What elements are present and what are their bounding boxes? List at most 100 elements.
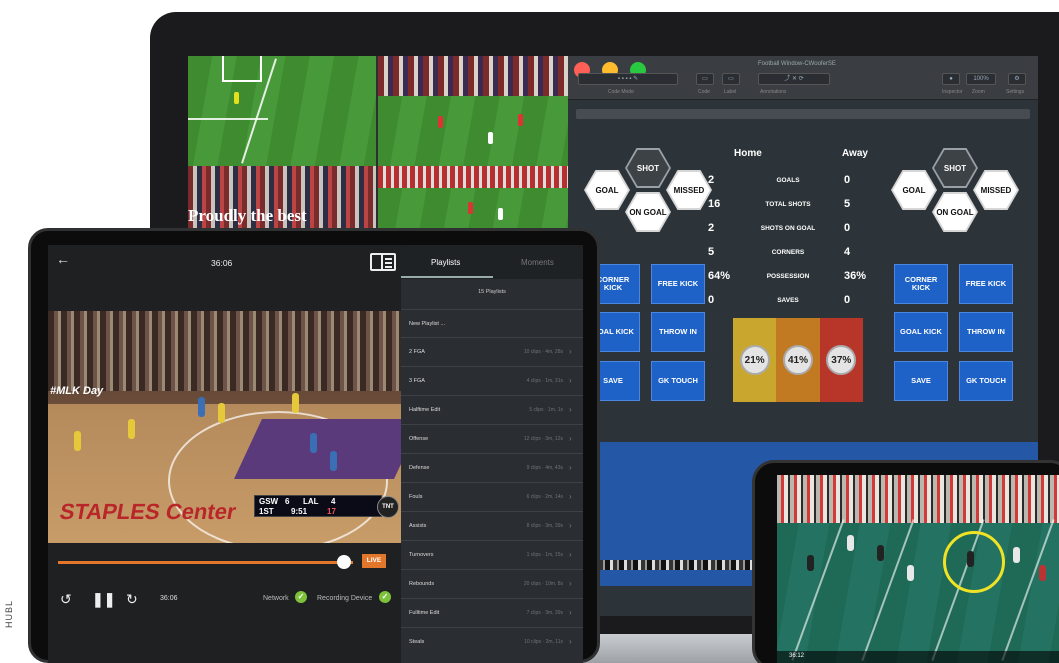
scrubber-handle[interactable] bbox=[337, 555, 352, 569]
hex-shot-left[interactable]: SHOT bbox=[625, 148, 671, 188]
away-header: Away bbox=[842, 148, 868, 159]
panel-layout-icon[interactable] bbox=[370, 253, 396, 271]
forward-5-icon[interactable]: ↻ bbox=[126, 591, 138, 608]
gk-touch-button-right[interactable]: GK TOUCH bbox=[959, 361, 1013, 401]
code-mode-segment[interactable]: ▪ ▪ ▪ ▪ ✎ bbox=[578, 73, 678, 85]
hex-goal-left[interactable]: GOAL bbox=[584, 170, 630, 210]
playlist-row[interactable]: Turnovers 1 clips · 1m, 15s › bbox=[401, 540, 583, 568]
stat-row: 64% POSSESSION 36% bbox=[708, 270, 868, 286]
playlist-meta: 5 clips · 1m, 1s bbox=[529, 407, 563, 413]
hex-goal-right[interactable]: GOAL bbox=[891, 170, 937, 210]
inspector-button[interactable]: ● bbox=[942, 73, 960, 85]
hex-missed-left[interactable]: MISSED bbox=[666, 170, 712, 210]
playlist-row[interactable]: Steals 10 clips · 2m, 11s › bbox=[401, 627, 583, 655]
chevron-right-icon: › bbox=[569, 521, 572, 530]
home-value: 2 bbox=[708, 174, 715, 186]
video-scrubber[interactable] bbox=[58, 561, 353, 564]
game-scorebug: GSW 6 LAL 4 1ST 9:51 17 TNT bbox=[254, 495, 399, 518]
marketing-composite: Proudly the best Football Window-CWoofer… bbox=[0, 0, 1059, 663]
playlist-row[interactable]: Offense 12 clips · 3m, 12s › bbox=[401, 424, 583, 452]
label-label: Label bbox=[724, 89, 737, 95]
tab-playlists[interactable]: Playlists bbox=[431, 258, 460, 267]
stat-label: CORNERS bbox=[771, 249, 805, 256]
video-feed-goal[interactable] bbox=[188, 56, 376, 166]
banner-text: Proudly the best bbox=[188, 206, 307, 225]
playlist-name: Offense bbox=[409, 436, 429, 442]
playlist-name: Turnovers bbox=[409, 552, 434, 558]
phone-device: 36:12 bbox=[752, 460, 1059, 663]
back-arrow-icon[interactable]: ← bbox=[56, 251, 70, 267]
annotation-tools[interactable]: ⤴ ✕ ⟳ bbox=[758, 73, 830, 85]
stadium-crowd bbox=[777, 475, 1059, 523]
playlist-name: Defense bbox=[409, 465, 430, 471]
chevron-right-icon: › bbox=[569, 463, 572, 472]
label-button[interactable]: ▭ bbox=[722, 73, 740, 85]
chevron-right-icon: › bbox=[569, 405, 572, 414]
telestrator-circle bbox=[943, 531, 1005, 593]
playlist-row[interactable]: Fulltime Edit 7 clips · 3m, 39s › bbox=[401, 598, 583, 626]
home-value: 5 bbox=[708, 246, 715, 258]
chevron-right-icon: › bbox=[569, 608, 572, 617]
home-header: Home bbox=[734, 148, 762, 159]
playlist-row[interactable]: 2 FGA 10 clips · 4m, 28s › bbox=[401, 337, 583, 365]
annotations-label: Annotations bbox=[760, 89, 787, 95]
home-value: 64% bbox=[708, 270, 731, 282]
corner-kick-button-right[interactable]: CORNER KICK bbox=[894, 264, 948, 304]
playlist-meta: 10 clips · 4m, 28s bbox=[523, 349, 563, 355]
video-feed-fans[interactable]: Proudly the best bbox=[188, 166, 376, 228]
gk-touch-button-left[interactable]: GK TOUCH bbox=[651, 361, 705, 401]
playlist-meta: 1 clips · 1m, 15s bbox=[526, 552, 563, 558]
playlist-row[interactable]: Assists 8 clips · 3m, 39s › bbox=[401, 511, 583, 539]
stat-label: SHOTS ON GOAL bbox=[760, 225, 816, 232]
hex-shot-right[interactable]: SHOT bbox=[932, 148, 978, 188]
zone-attacking: 37% bbox=[819, 318, 863, 402]
network-label: Network bbox=[263, 595, 289, 602]
video-time-header: 36:06 bbox=[211, 258, 233, 268]
pause-icon[interactable]: ❚❚ bbox=[92, 591, 115, 608]
video-feed-wide[interactable] bbox=[378, 96, 568, 166]
hex-on-goal-left[interactable]: ON GOAL bbox=[625, 192, 671, 232]
stat-row: 0 SAVES 0 bbox=[708, 294, 868, 310]
tnt-logo: TNT bbox=[377, 496, 399, 518]
playlist-row[interactable]: Fouls 6 clips · 2m, 14s › bbox=[401, 482, 583, 510]
goal-kick-button-right[interactable]: GOAL KICK bbox=[894, 312, 948, 352]
playlist-row[interactable]: Rebounds 20 clips · 10m, 8s › bbox=[401, 569, 583, 597]
hex-on-goal-right[interactable]: ON GOAL bbox=[932, 192, 978, 232]
playlist-meta: 7 clips · 3m, 39s bbox=[526, 610, 563, 616]
free-kick-button-right[interactable]: FREE KICK bbox=[959, 264, 1013, 304]
playlist-row[interactable]: 3 FGA 4 clips · 1m, 31s › bbox=[401, 366, 583, 394]
home-value: 16 bbox=[708, 198, 721, 210]
away-value: 5 bbox=[844, 198, 851, 210]
timeline-search-bar[interactable] bbox=[576, 109, 1030, 119]
chevron-right-icon: › bbox=[569, 347, 572, 356]
live-badge[interactable]: LIVE bbox=[362, 554, 386, 568]
tab-moments[interactable]: Moments bbox=[521, 258, 554, 267]
free-kick-button-left[interactable]: FREE KICK bbox=[651, 264, 705, 304]
playlist-name: Halftime Edit bbox=[409, 407, 441, 413]
throw-in-button-right[interactable]: THROW IN bbox=[959, 312, 1013, 352]
video-feed-crowd[interactable] bbox=[378, 56, 568, 96]
playlist-row[interactable]: Defense 9 clips · 4m, 43s › bbox=[401, 453, 583, 481]
code-button[interactable]: ▭ bbox=[696, 73, 714, 85]
hex-missed-right[interactable]: MISSED bbox=[973, 170, 1019, 210]
save-button-right[interactable]: SAVE bbox=[894, 361, 948, 401]
settings-button[interactable]: ⚙ bbox=[1008, 73, 1026, 85]
possession-zone-bar: 21% 41% 37% bbox=[733, 318, 863, 402]
phone-time: 36:12 bbox=[789, 653, 805, 659]
inspector-label: Inspector bbox=[942, 89, 963, 95]
new-playlist-row[interactable]: New Playlist ... bbox=[401, 309, 583, 337]
home-value: 2 bbox=[708, 222, 715, 234]
throw-in-button-left[interactable]: THROW IN bbox=[651, 312, 705, 352]
zone-pct-badge: 21% bbox=[739, 345, 770, 375]
zoom-label: Zoom bbox=[972, 89, 985, 95]
phone-playback-bar[interactable]: 36:12 bbox=[777, 651, 1059, 663]
rewind-5-icon[interactable]: ↺ bbox=[60, 591, 72, 608]
zone-pct-badge: 37% bbox=[826, 345, 857, 375]
home-value: 0 bbox=[708, 294, 715, 306]
window-title: Football Window-CWooferSE bbox=[758, 61, 836, 67]
playlist-row[interactable]: Halftime Edit 5 clips · 1m, 1s › bbox=[401, 395, 583, 423]
video-feed-action[interactable] bbox=[378, 188, 568, 228]
football-video[interactable]: 36:12 bbox=[777, 475, 1059, 663]
zoom-select[interactable]: 100% bbox=[966, 73, 996, 85]
basketball-video[interactable]: #MLK Day STAPLES Center GSW 6 LAL 4 1ST … bbox=[48, 311, 401, 543]
